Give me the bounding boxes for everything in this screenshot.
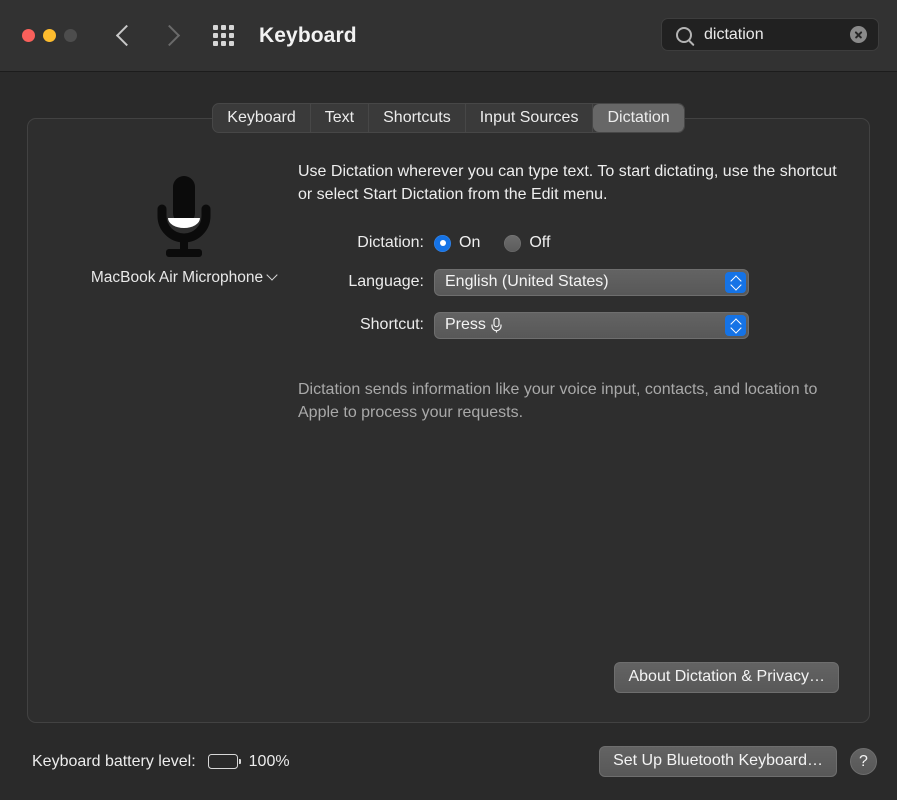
radio-off-label: Off	[529, 234, 551, 251]
privacy-note: Dictation sends information like your vo…	[298, 381, 818, 421]
radio-dictation-on[interactable]: On	[434, 234, 480, 252]
shortcut-value: Press	[445, 316, 486, 333]
chevron-down-icon[interactable]	[266, 269, 278, 281]
tab-input-sources[interactable]: Input Sources	[466, 104, 594, 132]
radio-on-label: On	[459, 234, 481, 251]
tab-dictation[interactable]: Dictation	[593, 104, 684, 132]
zoom-button	[64, 29, 77, 42]
traffic-lights	[22, 29, 77, 42]
battery-percent: 100%	[248, 752, 290, 770]
chevron-updown-icon[interactable]	[725, 314, 746, 336]
shortcut-row: Shortcut: Press	[298, 310, 843, 340]
page-title: Keyboard	[259, 23, 357, 47]
grid-apps-icon[interactable]	[213, 25, 234, 46]
tab-bar: Keyboard Text Shortcuts Input Sources Di…	[0, 103, 897, 133]
search-field[interactable]: dictation	[661, 18, 879, 51]
microphone-source-label: MacBook Air Microphone	[90, 269, 264, 286]
setup-bluetooth-keyboard-button[interactable]: Set Up Bluetooth Keyboard…	[599, 746, 837, 777]
dictation-panel: MacBook Air Microphone Use Dictation whe…	[27, 118, 870, 723]
minimize-button[interactable]	[43, 29, 56, 42]
microphone-glyph-icon	[491, 317, 502, 333]
language-row: Language: English (United States)	[298, 267, 843, 297]
window-titlebar: Keyboard dictation	[0, 0, 897, 72]
tab-keyboard[interactable]: Keyboard	[213, 104, 311, 132]
chevron-left-icon[interactable]	[115, 24, 138, 47]
window-footer: Keyboard battery level: 100% Set Up Blue…	[0, 723, 897, 800]
language-select[interactable]: English (United States)	[434, 268, 749, 296]
language-value: English (United States)	[445, 273, 609, 290]
dictation-description: Use Dictation wherever you can type text…	[298, 163, 837, 203]
shortcut-label: Shortcut:	[359, 316, 424, 333]
about-dictation-privacy-button[interactable]: About Dictation & Privacy…	[614, 662, 839, 693]
radio-off-indicator[interactable]	[504, 234, 522, 252]
system-preferences-window: Keyboard dictation Keyboard Text Shortcu…	[0, 0, 897, 800]
tab-shortcuts[interactable]: Shortcuts	[369, 104, 466, 132]
chevron-updown-icon[interactable]	[725, 271, 746, 293]
keyboard-battery-status: Keyboard battery level: 100%	[32, 753, 290, 771]
clear-search-icon[interactable]	[850, 26, 867, 43]
dictation-toggle-row: Dictation: On Off	[298, 228, 843, 258]
microphone-source-selector[interactable]: MacBook Air Microphone	[71, 269, 296, 287]
footer-actions: Set Up Bluetooth Keyboard… ?	[599, 746, 877, 777]
chevron-right-icon	[158, 24, 181, 47]
battery-full-icon	[207, 754, 241, 769]
radio-dictation-off[interactable]: Off	[504, 234, 550, 252]
tab-strip: Keyboard Text Shortcuts Input Sources Di…	[212, 103, 685, 133]
search-icon	[676, 26, 692, 43]
close-button[interactable]	[22, 29, 35, 42]
language-label: Language:	[348, 273, 424, 290]
help-button[interactable]: ?	[850, 748, 877, 775]
shortcut-value-group: Press	[445, 316, 503, 334]
battery-label: Keyboard battery level:	[32, 752, 196, 770]
dictation-label: Dictation:	[357, 234, 424, 251]
shortcut-select[interactable]: Press	[434, 311, 749, 339]
tab-text[interactable]: Text	[311, 104, 370, 132]
microphone-icon	[157, 176, 210, 257]
dictation-settings: Use Dictation wherever you can type text…	[298, 161, 843, 421]
search-input[interactable]: dictation	[704, 26, 850, 44]
microphone-source-group: MacBook Air Microphone	[71, 173, 296, 287]
radio-on-indicator[interactable]	[434, 234, 451, 252]
navigation-arrows	[115, 24, 181, 47]
